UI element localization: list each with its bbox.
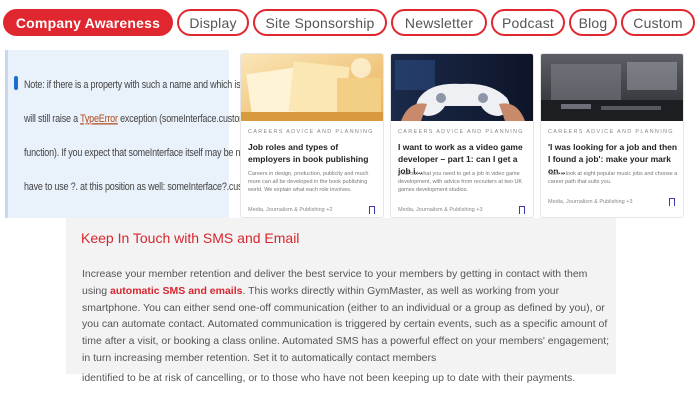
bookmark-icon[interactable] xyxy=(369,206,375,216)
sms-email-section: Keep In Touch with SMS and Email Increas… xyxy=(66,218,616,374)
tab-company-awareness[interactable]: Company Awareness xyxy=(3,9,173,36)
section-paragraph-tail: identified to be at risk of cancelling, … xyxy=(82,372,576,384)
bookmark-icon[interactable] xyxy=(519,206,525,216)
books-image xyxy=(241,54,383,121)
typeerror-link[interactable]: TypeError xyxy=(80,112,118,125)
card-tags: Media, Journalism & Publishing +3 xyxy=(398,207,483,213)
tab-podcast[interactable]: Podcast xyxy=(491,9,565,36)
music-equipment-image xyxy=(541,54,683,121)
section-title: Keep In Touch with SMS and Email xyxy=(81,230,300,246)
card-title[interactable]: Job roles and types of employers in book… xyxy=(248,141,380,165)
sms-emails-link[interactable]: automatic SMS and emails xyxy=(110,285,242,297)
note-text: will still raise a xyxy=(24,112,78,125)
tab-custom[interactable]: Custom xyxy=(621,9,695,36)
bookmark-icon[interactable] xyxy=(669,198,675,208)
section-paragraph: Increase your member retention and deliv… xyxy=(82,266,610,367)
code-note-panel: Note: if there is a property with such a… xyxy=(5,50,329,218)
card-summary: Careers in design, production, publicity… xyxy=(248,171,369,193)
game-controller-image xyxy=(391,54,533,121)
card-category: CAREERS ADVICE AND PLANNING xyxy=(248,129,374,135)
category-tabs: Company Awareness Display Site Sponsorsh… xyxy=(3,9,697,37)
card-tags: Media, Journalism & Publishing +2 xyxy=(248,207,333,213)
card-category: CAREERS ADVICE AND PLANNING xyxy=(548,129,674,135)
tab-site-sponsorship[interactable]: Site Sponsorship xyxy=(253,9,387,36)
article-card[interactable]: CAREERS ADVICE AND PLANNING Job roles an… xyxy=(240,53,384,218)
card-summary: Take a look at eight popular music jobs … xyxy=(548,171,678,185)
article-card[interactable]: CAREERS ADVICE AND PLANNING I want to wo… xyxy=(390,53,534,218)
article-card[interactable]: CAREERS ADVICE AND PLANNING 'I was looki… xyxy=(540,53,684,218)
card-summary: Find out what you need to get a job in v… xyxy=(398,171,523,193)
tab-blog[interactable]: Blog xyxy=(569,9,617,36)
page: Company Awareness Display Site Sponsorsh… xyxy=(0,0,700,400)
card-tags: Media, Journalism & Publishing +3 xyxy=(548,199,633,205)
card-category: CAREERS ADVICE AND PLANNING xyxy=(398,129,524,135)
info-marker-icon xyxy=(14,76,18,90)
tab-display[interactable]: Display xyxy=(177,9,249,36)
tab-newsletter[interactable]: Newsletter xyxy=(391,9,487,36)
